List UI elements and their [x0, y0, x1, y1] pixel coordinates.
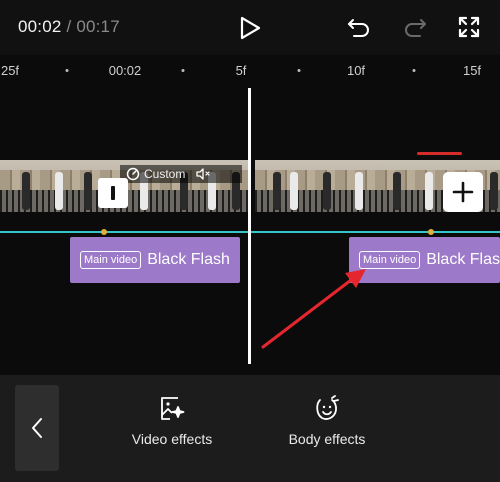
mute-icon [196, 168, 210, 180]
video-effects-icon [161, 397, 185, 420]
undo-icon [348, 19, 369, 37]
add-clip-button[interactable] [443, 172, 483, 212]
effect-name: Black Flash [147, 251, 230, 268]
add-icon [452, 181, 474, 203]
dancer-figure [273, 172, 281, 210]
time-ruler[interactable]: 25f 00:02 5f 10f 15f [0, 55, 500, 85]
effect-badge: Main video [80, 251, 142, 269]
keyframe-dot[interactable] [101, 229, 107, 235]
dancer-figure [290, 172, 298, 210]
redo-button[interactable] [400, 14, 430, 42]
redo-icon [405, 19, 426, 37]
dancer-figure [425, 172, 433, 210]
timeline-area[interactable]: Custom Main video Black Flash Main video… [0, 85, 500, 375]
speed-label: Custom [144, 167, 186, 181]
transition-button[interactable] [98, 178, 128, 208]
time-separator: / [61, 17, 77, 36]
keyframe-dot[interactable] [428, 229, 434, 235]
dancer-figure [355, 172, 363, 210]
clip-speed-bar[interactable]: Custom [120, 165, 242, 183]
annotation-arrow-icon [261, 269, 366, 349]
transition-icon [111, 186, 115, 200]
ruler-dot [297, 69, 301, 72]
effect-name: Black Flash [426, 251, 500, 268]
back-button[interactable] [15, 385, 59, 471]
dancer-figure [22, 172, 30, 210]
red-indicator [417, 152, 462, 155]
ruler-label: 15f [462, 63, 482, 78]
dancer-figure [490, 172, 498, 210]
dancer-figure [55, 172, 63, 210]
current-time: 00:02 [18, 17, 62, 36]
ruler-label: 25f [0, 63, 20, 78]
ruler-dot [181, 69, 185, 72]
bottom-toolbar: Video effects Body effects [0, 375, 500, 482]
play-icon [240, 16, 261, 40]
body-effects-button[interactable]: Body effects [262, 395, 392, 447]
play-button[interactable] [236, 14, 264, 42]
playhead[interactable] [248, 88, 251, 364]
dancer-figure [393, 172, 401, 210]
ruler-dot [412, 69, 416, 72]
speed-icon [126, 167, 140, 181]
fullscreen-button[interactable] [456, 14, 482, 40]
ruler-label: 00:02 [108, 63, 142, 78]
top-bar: 00:02 / 00:17 [0, 0, 500, 55]
time-display: 00:02 / 00:17 [18, 17, 120, 37]
undo-button[interactable] [344, 14, 374, 42]
ruler-dot [65, 69, 69, 72]
dancer-figure [84, 172, 92, 210]
video-effects-button[interactable]: Video effects [107, 395, 237, 447]
ruler-label: 5f [235, 63, 247, 78]
fullscreen-icon [458, 16, 480, 38]
video-effects-label: Video effects [131, 431, 213, 447]
chevron-left-icon [32, 418, 42, 438]
body-effects-label: Body effects [288, 431, 366, 447]
ruler-label: 10f [346, 63, 366, 78]
dancer-figure [323, 172, 331, 210]
total-duration: 00:17 [76, 17, 120, 36]
effect-clip[interactable]: Main video Black Flash [70, 237, 240, 283]
body-effects-icon [316, 395, 339, 420]
